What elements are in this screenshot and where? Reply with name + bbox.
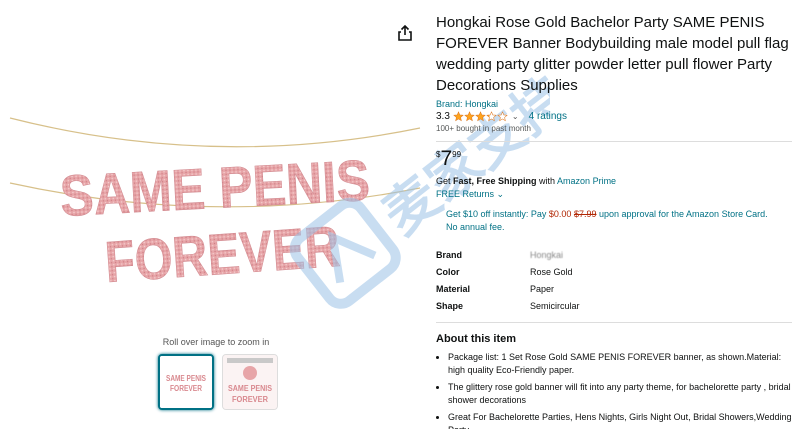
brand-link[interactable]: Brand: Hongkai	[436, 99, 792, 109]
spec-row: Shape Semicircular	[436, 297, 792, 314]
returns-label: FREE Returns	[436, 189, 495, 199]
thumb2-line1: SAME PENIS	[228, 384, 273, 393]
star-icon	[475, 111, 486, 122]
about-bullets: Package list: 1 Set Rose Gold SAME PENIS…	[436, 351, 792, 429]
spec-value: Paper	[530, 283, 555, 294]
rating-row: 3.3 ⌄ 4 ratings	[436, 111, 792, 122]
thumbnail-1[interactable]: SAME PENIS FOREVER	[158, 354, 214, 410]
share-icon[interactable]	[396, 24, 414, 42]
spec-row: Material Paper	[436, 280, 792, 297]
divider	[436, 322, 792, 323]
thumb1-line1: SAME PENIS	[166, 374, 207, 383]
thumb2-line2: FOREVER	[232, 395, 268, 404]
star-icon	[464, 111, 475, 122]
promo-text-1: Get $10 off instantly: Pay	[446, 209, 549, 219]
spec-row: Brand Hongkai	[436, 246, 792, 263]
shipping-prefix: Get	[436, 176, 454, 186]
list-item: The glittery rose gold banner will fit i…	[448, 381, 792, 407]
shipping-bold: Fast, Free Shipping	[453, 176, 537, 186]
star-rating[interactable]	[453, 111, 508, 122]
spec-key: Shape	[436, 300, 464, 311]
star-icon	[497, 111, 508, 122]
divider	[436, 141, 792, 142]
store-card-promo[interactable]: Get $10 off instantly: Pay $0.00 $7.99 u…	[436, 208, 776, 234]
main-product-image[interactable]: SAME PENIS FOREVER	[0, 0, 430, 330]
product-details: Hongkai Rose Gold Bachelor Party SAME PE…	[436, 12, 792, 429]
spec-key: Brand	[436, 249, 463, 260]
price: $ 7 99	[436, 148, 792, 172]
price-whole: 7	[440, 147, 453, 170]
shipping-info: Get Fast, Free Shipping with Amazon Prim…	[436, 176, 792, 186]
bought-count: 100+ bought in past month	[436, 124, 531, 133]
shipping-middle: with	[536, 176, 558, 186]
thumb1-line2: FOREVER	[170, 384, 202, 393]
list-item: Package list: 1 Set Rose Gold SAME PENIS…	[448, 351, 792, 377]
spec-key: Color	[436, 266, 460, 277]
thumbnail-strip: SAME PENIS FOREVER SAME PENIS FOREVER	[158, 354, 278, 410]
price-fraction: 99	[452, 150, 462, 159]
about-heading: About this item	[436, 333, 517, 345]
ratings-count-link[interactable]: 4 ratings	[529, 111, 567, 122]
banner-line-2: FOREVER	[103, 214, 342, 295]
spec-value: Rose Gold	[530, 266, 573, 277]
chevron-down-icon[interactable]: ⌄	[512, 112, 519, 121]
promo-zero-price: $0.00	[548, 209, 572, 219]
thumbnail-2[interactable]: SAME PENIS FOREVER	[222, 354, 278, 410]
star-icon	[453, 111, 464, 122]
zoom-hint: Roll over image to zoom in	[162, 337, 270, 347]
spec-key: Material	[436, 283, 471, 294]
spec-row: Color Rose Gold	[436, 263, 792, 280]
media-gallery: SAME PENIS FOREVER Roll over image to zo…	[0, 0, 425, 429]
star-icon	[486, 111, 497, 122]
spec-table: Brand Hongkai Color Rose Gold Material P…	[436, 246, 792, 314]
spec-value: Hongkai	[530, 249, 564, 260]
prime-link[interactable]: Amazon Prime	[557, 176, 616, 186]
free-returns-link[interactable]: FREE Returns ⌄	[436, 189, 792, 200]
rating-value: 3.3	[436, 111, 450, 122]
list-item: Great For Bachelorette Parties, Hens Nig…	[448, 411, 792, 429]
promo-strike-price: $7.99	[573, 209, 597, 219]
product-title: Hongkai Rose Gold Bachelor Party SAME PE…	[436, 14, 789, 94]
chevron-down-icon: ⌄	[496, 189, 505, 199]
spec-value: Semicircular	[530, 300, 580, 311]
